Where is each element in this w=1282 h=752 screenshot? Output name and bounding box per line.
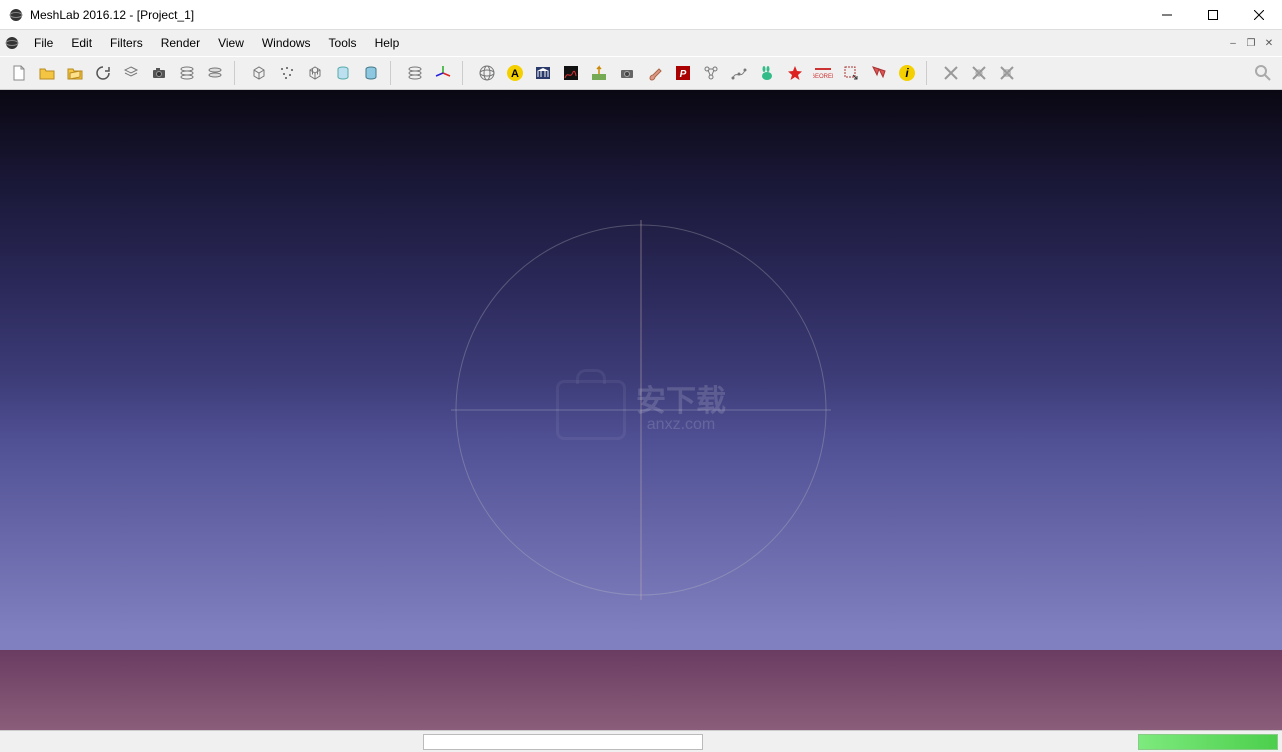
svg-text:P: P [680, 69, 687, 80]
mdi-minimize-button[interactable]: – [1224, 35, 1242, 51]
toolbar: A P GEOREF i [0, 56, 1282, 90]
georef-text-icon[interactable]: GEOREF [810, 60, 836, 86]
spline-nodes-icon[interactable] [726, 60, 752, 86]
select-triangles-icon[interactable] [866, 60, 892, 86]
rabbit-green-icon[interactable] [754, 60, 780, 86]
annotate-yellow-icon[interactable]: A [502, 60, 528, 86]
search-icon[interactable] [1250, 60, 1276, 86]
maximize-button[interactable] [1190, 0, 1236, 29]
axes-colored-icon[interactable] [430, 60, 456, 86]
select-region-icon[interactable] [838, 60, 864, 86]
svg-text:A: A [511, 68, 519, 80]
layers-merge-icon[interactable] [202, 60, 228, 86]
box-wireframe-icon[interactable] [246, 60, 272, 86]
progress-bar-empty [423, 734, 703, 750]
toolbar-separator [462, 61, 468, 85]
mdi-close-button[interactable]: ✕ [1260, 35, 1278, 51]
open-folder-icon[interactable] [34, 60, 60, 86]
statusbar [0, 730, 1282, 752]
layer-stack-2-icon[interactable] [402, 60, 428, 86]
crossed-tools-c-icon[interactable] [994, 60, 1020, 86]
cylinder-light-icon[interactable] [330, 60, 356, 86]
pp-red-icon[interactable]: P [670, 60, 696, 86]
graph-nodes-icon[interactable] [698, 60, 724, 86]
points-scatter-icon[interactable] [274, 60, 300, 86]
viewport-background [0, 90, 1282, 730]
progress-bar-green [1138, 734, 1278, 750]
menu-tools[interactable]: Tools [321, 33, 365, 53]
browse-folder-icon[interactable] [62, 60, 88, 86]
mdi-restore-button[interactable]: ❐ [1242, 35, 1260, 51]
menu-windows[interactable]: Windows [254, 33, 319, 53]
plot-curve-icon[interactable] [558, 60, 584, 86]
crossed-tools-a-icon[interactable] [938, 60, 964, 86]
viewport-ground-plane [0, 650, 1282, 730]
menu-render[interactable]: Render [153, 33, 208, 53]
menu-edit[interactable]: Edit [63, 33, 100, 53]
box-grid-icon[interactable] [302, 60, 328, 86]
tile-icon[interactable] [118, 60, 144, 86]
minimize-button[interactable] [1144, 0, 1190, 29]
field-arrow-icon[interactable] [586, 60, 612, 86]
window-controls [1144, 0, 1282, 29]
toolbar-separator [234, 61, 240, 85]
menu-help[interactable]: Help [367, 33, 408, 53]
titlebar: MeshLab 2016.12 - [Project_1] [0, 0, 1282, 30]
menu-filters[interactable]: Filters [102, 33, 151, 53]
star-red-icon[interactable] [782, 60, 808, 86]
crossed-tools-b-icon[interactable] [966, 60, 992, 86]
camera-snap-icon[interactable] [614, 60, 640, 86]
close-button[interactable] [1236, 0, 1282, 29]
info-yellow-icon[interactable]: i [894, 60, 920, 86]
cylinder-shade-icon[interactable] [358, 60, 384, 86]
layers-stack-icon[interactable] [174, 60, 200, 86]
camera-icon[interactable] [146, 60, 172, 86]
menu-file[interactable]: File [26, 33, 61, 53]
toolbar-separator [390, 61, 396, 85]
menubar: File Edit Filters Render View Windows To… [0, 30, 1282, 56]
mdi-buttons: – ❐ ✕ [1224, 35, 1278, 51]
app-icon [8, 7, 24, 23]
museum-blue-icon[interactable] [530, 60, 556, 86]
new-document-icon[interactable] [6, 60, 32, 86]
viewport-3d[interactable]: 安下载anxz.com [0, 90, 1282, 730]
svg-text:GEOREF: GEOREF [813, 74, 833, 80]
brush-paint-icon[interactable] [642, 60, 668, 86]
reload-icon[interactable] [90, 60, 116, 86]
menu-view[interactable]: View [210, 33, 252, 53]
app-icon-small [4, 35, 20, 51]
toolbar-separator [926, 61, 932, 85]
globe-wireframe-icon[interactable] [474, 60, 500, 86]
window-title: MeshLab 2016.12 - [Project_1] [30, 8, 1144, 22]
